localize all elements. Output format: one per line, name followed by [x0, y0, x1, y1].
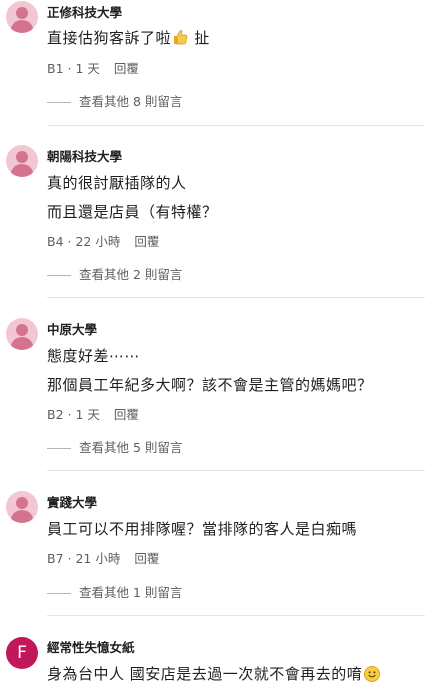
comment-text: 態度好差⋯⋯ [47, 347, 141, 365]
comment-meta: B4 · 22 小時 回覆 [47, 231, 159, 250]
view-more-replies-label: 查看其他 1 則留言 [79, 585, 183, 600]
floor-label: B1 [47, 61, 64, 76]
reply-button[interactable]: 回覆 [134, 551, 159, 566]
comment-text-part: 扯 [194, 29, 210, 47]
floor-label: B2 [47, 407, 64, 422]
comment-text: 員工可以不用排隊喔？當排隊的客人是白痴嗎 [47, 520, 358, 538]
view-more-replies-button[interactable]: 查看其他 2 則留言 [47, 264, 182, 283]
comment-text: 那個員工年紀多大啊？該不會是主管的媽媽吧？ [47, 376, 373, 394]
comment-meta: B7 · 21 小時 回覆 [47, 548, 159, 567]
timestamp: 1 天 [75, 61, 100, 76]
comment-author[interactable]: 正修科技大學 [47, 2, 122, 21]
pink-person-avatar-icon[interactable] [6, 145, 38, 177]
view-more-replies-label: 查看其他 2 則留言 [79, 267, 183, 282]
thumbs-up-emoji-icon [172, 29, 188, 45]
comment-divider [47, 297, 425, 298]
view-more-replies-button[interactable]: 查看其他 8 則留言 [47, 91, 182, 110]
comment-divider [47, 470, 425, 471]
dash-divider [47, 275, 71, 276]
floor-label: B4 [47, 234, 64, 249]
comment-list: 正修科技大學 直接估狗客訴了啦 扯 B1 · 1 天回覆 查看其他 8 則留言 … [0, 0, 425, 686]
view-more-replies-label: 查看其他 5 則留言 [79, 440, 183, 455]
reply-button[interactable]: 回覆 [114, 61, 139, 76]
pink-person-avatar-icon[interactable] [6, 1, 38, 33]
floor-label: B7 [47, 551, 64, 566]
view-more-replies-button[interactable]: 查看其他 5 則留言 [47, 437, 182, 456]
comment-text: 直接估狗客訴了啦 扯 [47, 27, 210, 48]
timestamp: 22 小時 [75, 234, 121, 249]
smile-emoji-icon [364, 666, 381, 682]
timestamp: 1 天 [75, 407, 100, 422]
comment-author[interactable]: 經常性失憶女紙 [47, 637, 135, 656]
letter-avatar[interactable]: F [6, 637, 38, 669]
comment-author[interactable]: 實踐大學 [47, 492, 97, 511]
comment-text: 身為台中人 國安店是去過一次就不會再去的唷 [47, 663, 381, 684]
meta-separator: · [63, 61, 76, 76]
comment-text-part: 直接估狗客訴了啦 [47, 29, 172, 47]
dash-divider [47, 102, 71, 103]
meta-separator: · [63, 234, 76, 249]
comment-divider [47, 125, 425, 126]
view-more-replies-button[interactable]: 查看其他 1 則留言 [47, 582, 182, 601]
comment-author[interactable]: 朝陽科技大學 [47, 146, 122, 165]
dash-divider [47, 448, 71, 449]
comment-meta: B1 · 1 天回覆 [47, 58, 139, 77]
pink-person-avatar-icon[interactable] [6, 318, 38, 350]
meta-separator: · [63, 407, 76, 422]
reply-button[interactable]: 回覆 [114, 407, 139, 422]
comment-divider [47, 615, 425, 616]
comment-text: 而且還是店員（有特權？ [47, 203, 218, 221]
dash-divider [47, 593, 71, 594]
comment-author[interactable]: 中原大學 [47, 319, 97, 338]
timestamp: 21 小時 [75, 551, 121, 566]
comment-meta: B2 · 1 天回覆 [47, 404, 139, 423]
comment-text: 真的很討厭插隊的人 [47, 174, 187, 192]
view-more-replies-label: 查看其他 8 則留言 [79, 94, 183, 109]
pink-person-avatar-icon[interactable] [6, 491, 38, 523]
comment-text-part: 身為台中人 國安店是去過一次就不會再去的唷 [47, 665, 363, 683]
meta-separator: · [63, 551, 76, 566]
reply-button[interactable]: 回覆 [134, 234, 159, 249]
